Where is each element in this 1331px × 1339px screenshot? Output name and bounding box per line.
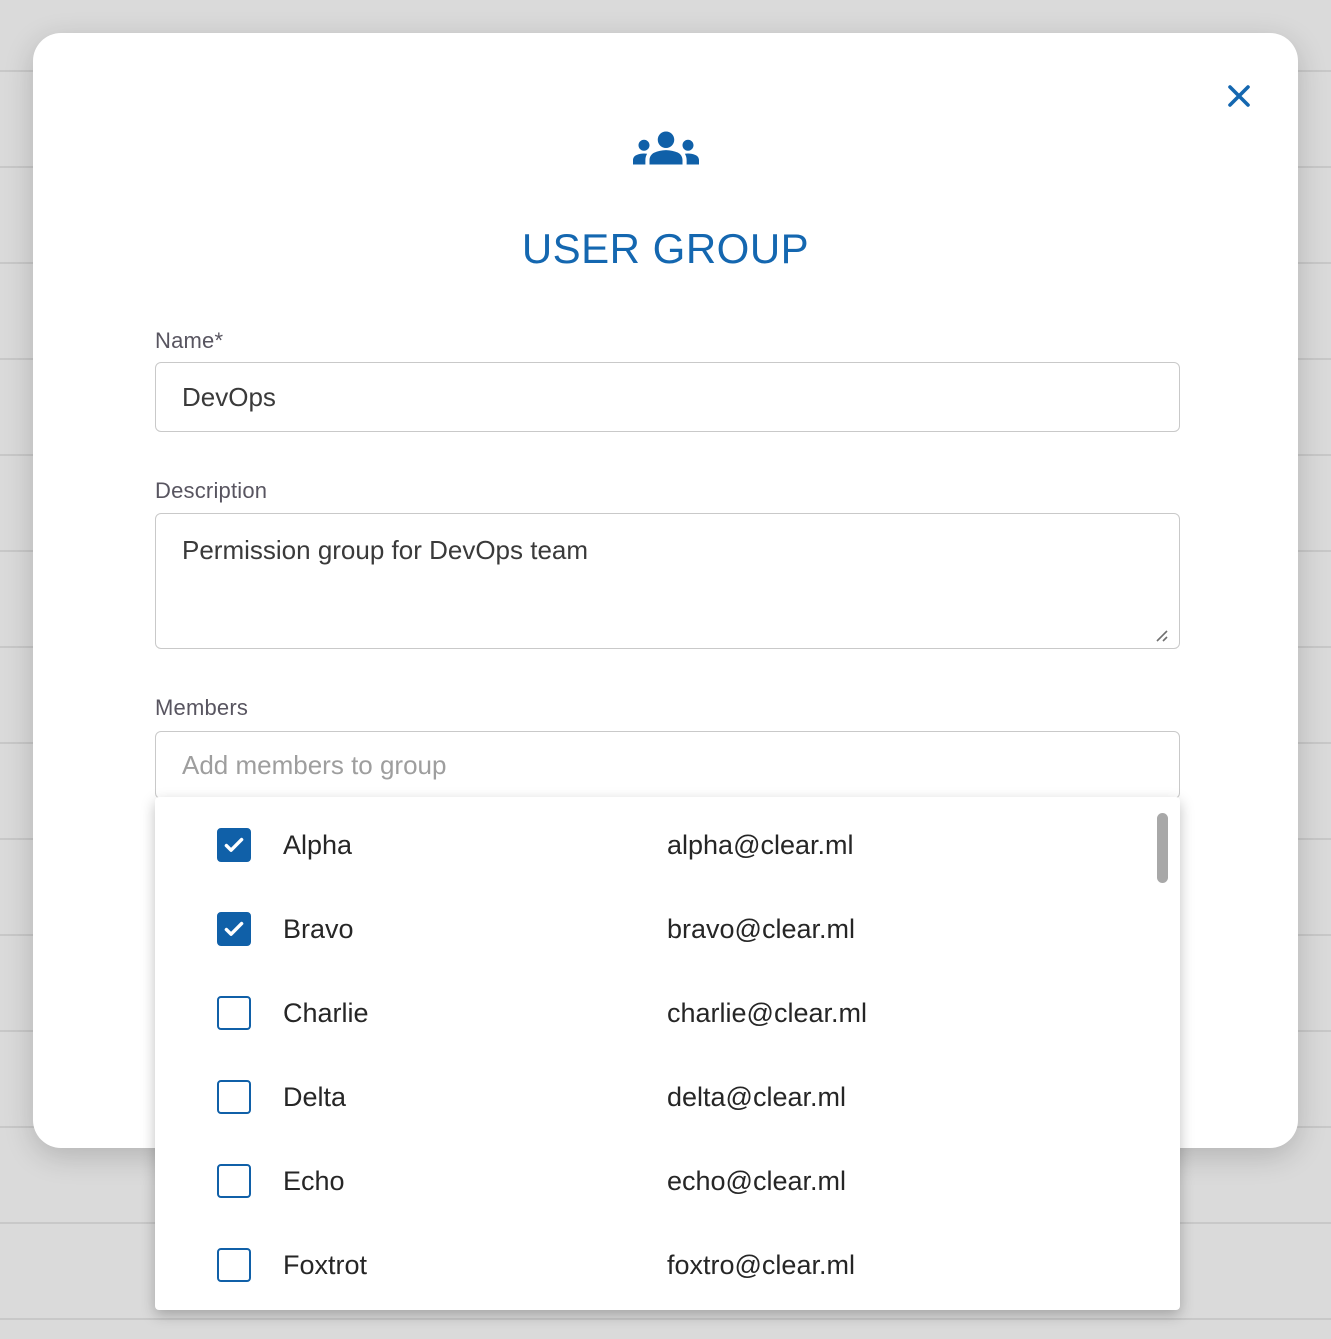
- description-label: Description: [155, 478, 267, 504]
- member-row[interactable]: Charlie charlie@clear.ml: [155, 971, 1180, 1055]
- name-label: Name*: [155, 328, 223, 354]
- members-dropdown-list: Alpha alpha@clear.ml Bravo bravo@clear.m…: [155, 797, 1180, 1310]
- dialog-title: USER GROUP: [33, 225, 1298, 273]
- member-row[interactable]: Bravo bravo@clear.ml: [155, 887, 1180, 971]
- member-email: charlie@clear.ml: [667, 998, 867, 1029]
- member-name: Alpha: [283, 830, 352, 861]
- members-label: Members: [155, 695, 248, 721]
- member-checkbox[interactable]: [217, 912, 251, 946]
- member-checkbox[interactable]: [217, 1164, 251, 1198]
- textarea-resize-handle[interactable]: [1151, 625, 1169, 643]
- member-name: Foxtrot: [283, 1250, 367, 1281]
- member-checkbox[interactable]: [217, 1080, 251, 1114]
- user-group-icon: [631, 115, 701, 181]
- member-checkbox[interactable]: [217, 1248, 251, 1282]
- close-button[interactable]: [1221, 78, 1257, 114]
- close-icon: [1221, 78, 1257, 114]
- members-dropdown: Alpha alpha@clear.ml Bravo bravo@clear.m…: [155, 797, 1180, 1310]
- member-name: Echo: [283, 1166, 345, 1197]
- member-row[interactable]: Echo echo@clear.ml: [155, 1139, 1180, 1223]
- member-row[interactable]: Delta delta@clear.ml: [155, 1055, 1180, 1139]
- name-input[interactable]: [155, 362, 1180, 432]
- member-name: Bravo: [283, 914, 354, 945]
- member-checkbox[interactable]: [217, 996, 251, 1030]
- dropdown-scrollbar-thumb[interactable]: [1157, 813, 1168, 883]
- member-email: foxtro@clear.ml: [667, 1250, 855, 1281]
- member-row[interactable]: Alpha alpha@clear.ml: [155, 803, 1180, 887]
- member-email: echo@clear.ml: [667, 1166, 846, 1197]
- member-name: Charlie: [283, 998, 369, 1029]
- member-row[interactable]: Foxtrot foxtro@clear.ml: [155, 1223, 1180, 1307]
- member-email: delta@clear.ml: [667, 1082, 846, 1113]
- member-email: bravo@clear.ml: [667, 914, 855, 945]
- member-name: Delta: [283, 1082, 346, 1113]
- description-textarea[interactable]: Permission group for DevOps team: [155, 513, 1180, 649]
- member-checkbox[interactable]: [217, 828, 251, 862]
- member-email: alpha@clear.ml: [667, 830, 854, 861]
- members-search-input[interactable]: [155, 731, 1180, 799]
